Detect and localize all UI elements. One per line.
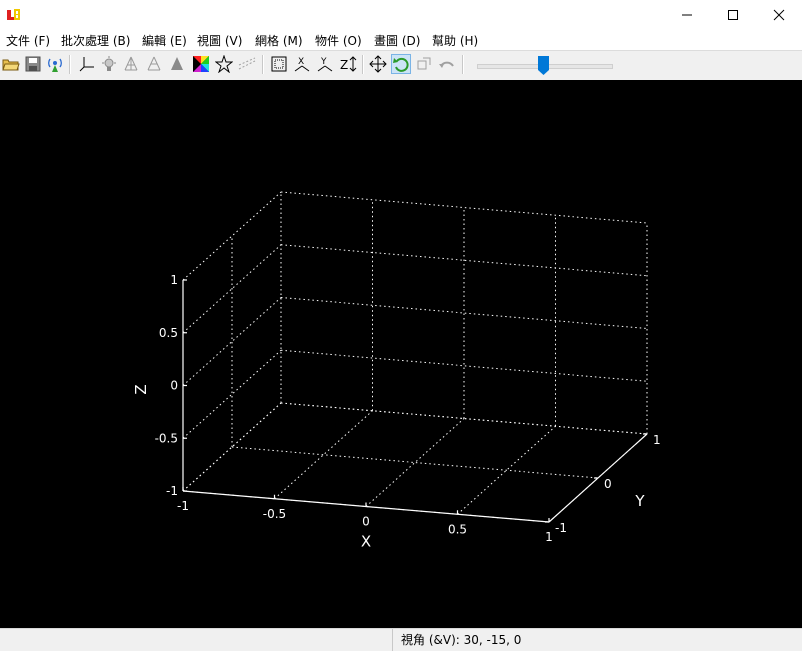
open-button[interactable]: [1, 54, 21, 74]
menu-mesh[interactable]: 網格 (M): [255, 32, 303, 49]
svg-text:X: X: [298, 57, 304, 67]
floor-grid-line: [274, 410, 373, 500]
3d-axes-plot[interactable]: -1 -0.5 0 0.5 1 -1 0 1 1 0.5 0 -0.5 -1 X…: [0, 80, 802, 628]
wire-cone-2-icon: [147, 56, 161, 71]
light-button[interactable]: [99, 54, 119, 74]
maximize-icon: [728, 10, 738, 20]
menu-object[interactable]: 物件 (O): [315, 32, 362, 49]
maximize-button[interactable]: [710, 0, 756, 30]
side-wall-grid-line: [182, 349, 282, 439]
view-angle-status: 視角 (&V): 30, -15, 0: [392, 629, 521, 651]
dots-icon: [238, 57, 256, 70]
y-tick-label: -1: [555, 521, 567, 535]
move-icon: [369, 55, 387, 73]
star-icon: [215, 55, 233, 73]
axes-button[interactable]: [77, 54, 97, 74]
toolbar-separator: [69, 55, 71, 74]
x-tick-label: -0.5: [263, 507, 286, 521]
color-button[interactable]: [191, 54, 211, 74]
solid-cone-icon: [171, 57, 183, 70]
grid-lines: [182, 191, 648, 523]
plot-canvas[interactable]: -1 -0.5 0 0.5 1 -1 0 1 1 0.5 0 -0.5 -1 X…: [0, 80, 802, 628]
close-button[interactable]: [756, 0, 802, 30]
z-axis-icon: Z: [340, 56, 357, 72]
x-tick-label: 0: [362, 515, 370, 529]
move-button[interactable]: [368, 54, 388, 74]
floor-grid-line: [231, 446, 599, 479]
z-tick-label: 0: [170, 379, 178, 393]
toolbar-separator: [262, 55, 264, 74]
slider-thumb[interactable]: [538, 56, 549, 75]
y-tick-label: 0: [604, 477, 612, 491]
undo-icon: [439, 61, 454, 68]
menu-draw[interactable]: 畫圖 (D): [374, 32, 420, 49]
toolbar-separator: [362, 55, 364, 74]
x-axis-button[interactable]: X: [292, 54, 312, 74]
wire-cone-icon: [124, 56, 138, 71]
axis-lines: [182, 279, 648, 523]
status-bar: 視角 (&V): 30, -15, 0: [0, 628, 802, 651]
menu-help[interactable]: 幫助 (H): [432, 32, 478, 49]
axes-icon: [79, 57, 94, 72]
z-tick-label: -0.5: [155, 431, 178, 445]
y-axis-title: Y: [634, 492, 645, 510]
wireless-icon: [48, 58, 62, 72]
wireless-button[interactable]: [45, 54, 65, 74]
z-axis-title: Z: [132, 384, 150, 394]
x-tick-label: -1: [177, 499, 189, 513]
toolbar-separator: [462, 55, 464, 74]
bounding-box-icon: [271, 56, 287, 72]
save-button[interactable]: [23, 54, 43, 74]
save-icon: [25, 56, 41, 72]
z-axis-button[interactable]: Z: [338, 54, 358, 74]
y-axis-button[interactable]: Y: [315, 54, 335, 74]
zoom-icon: [417, 57, 431, 70]
app-logo-icon: [7, 9, 20, 20]
floor-grid-line: [365, 418, 465, 507]
y-axis-icon: Y: [317, 57, 333, 72]
bounding-box-button[interactable]: [269, 54, 289, 74]
minimize-button[interactable]: [664, 0, 710, 30]
x-tick-label: 0.5: [448, 522, 467, 536]
menu-file[interactable]: 文件 (F): [6, 32, 50, 49]
wire-cone-2-button[interactable]: [144, 54, 164, 74]
toolbar: X Y Z: [0, 50, 802, 79]
z-tick-label: 1: [170, 273, 178, 287]
z-tick-label: 0.5: [159, 326, 178, 340]
menu-batch[interactable]: 批次處理 (B): [61, 32, 130, 49]
svg-text:Z: Z: [340, 58, 348, 72]
light-icon: [102, 56, 116, 71]
dots-button[interactable]: [237, 54, 257, 74]
z-tick-label: -1: [166, 484, 178, 498]
undo-button[interactable]: [437, 54, 457, 74]
x-axis-icon: X: [294, 57, 310, 72]
menu-bar: 文件 (F) 批次處理 (B) 編輯 (E) 視圖 (V) 網格 (M) 物件 …: [0, 30, 802, 50]
solid-cone-button[interactable]: [167, 54, 187, 74]
title-bar: [0, 0, 802, 30]
menu-edit[interactable]: 編輯 (E): [142, 32, 187, 49]
rotate-button[interactable]: [391, 54, 411, 74]
menu-view[interactable]: 視圖 (V): [197, 32, 242, 49]
open-folder-icon: [2, 59, 20, 71]
minimize-icon: [682, 14, 692, 16]
x-axis-title: X: [361, 533, 371, 551]
x-tick-label: 1: [545, 530, 553, 544]
color-square-icon: [193, 56, 209, 72]
rotate-icon: [393, 57, 409, 72]
y-tick-label: 1: [653, 433, 661, 447]
zoom-button[interactable]: [414, 54, 434, 74]
wire-cone-button[interactable]: [121, 54, 141, 74]
svg-text:Y: Y: [320, 57, 327, 67]
close-icon: [773, 9, 785, 21]
star-button[interactable]: [214, 54, 234, 74]
